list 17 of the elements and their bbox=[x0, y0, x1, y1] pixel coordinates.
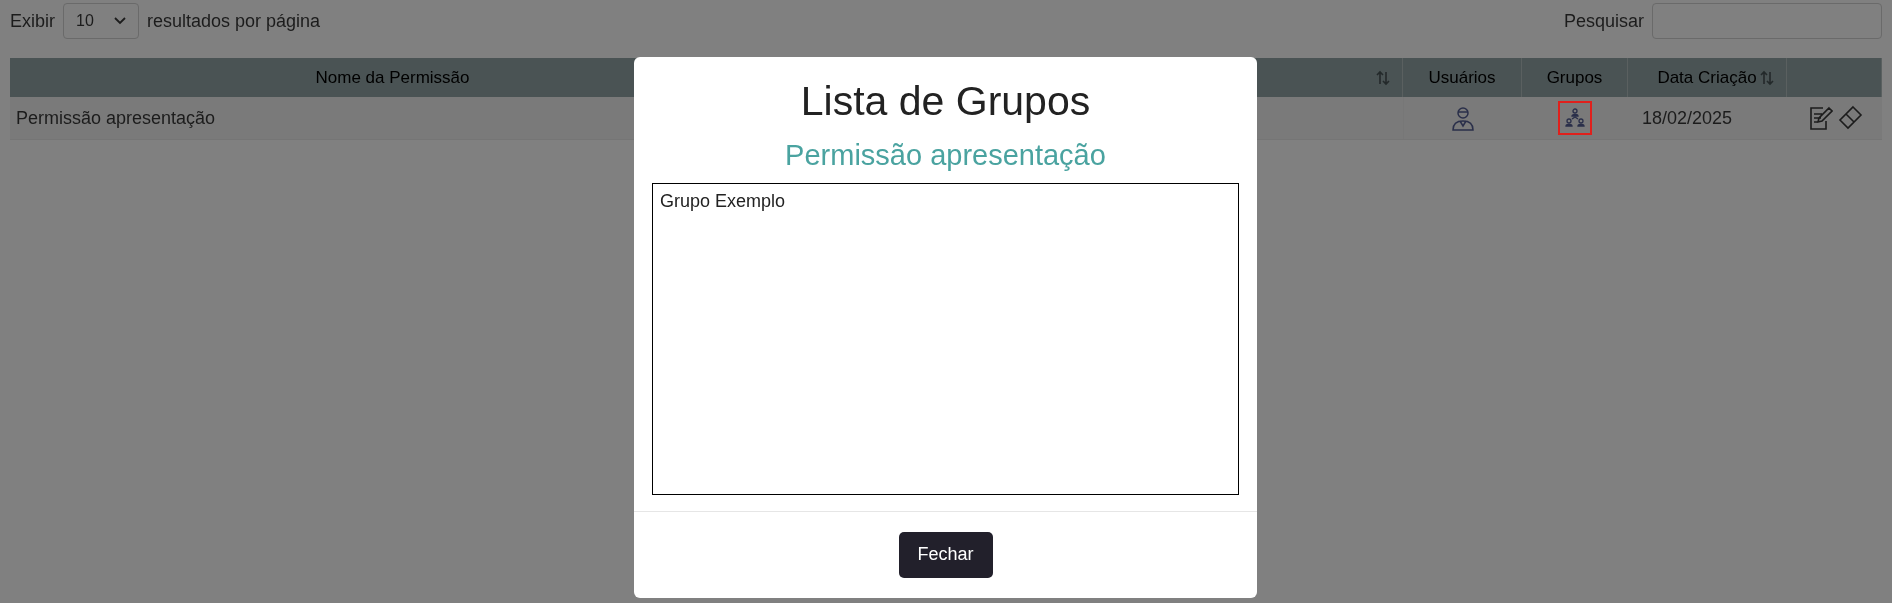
show-label: Exibir bbox=[10, 9, 55, 33]
page-size-select[interactable]: 10 bbox=[63, 3, 139, 39]
modal-title: Lista de Grupos bbox=[800, 77, 1091, 126]
group-icon bbox=[1564, 107, 1586, 129]
chevron-down-icon bbox=[114, 17, 126, 25]
groups-button[interactable] bbox=[1558, 101, 1592, 135]
modal-subtitle: Permissão apresentação bbox=[785, 138, 1106, 173]
results-per-page-label: resultados por página bbox=[147, 9, 321, 33]
close-button[interactable]: Fechar bbox=[898, 532, 993, 578]
user-icon[interactable] bbox=[1450, 105, 1476, 131]
sort-icon[interactable] bbox=[1376, 69, 1390, 86]
sort-icon[interactable] bbox=[1760, 69, 1774, 86]
eraser-icon[interactable] bbox=[1836, 105, 1863, 131]
search-label: Pesquisar bbox=[1563, 9, 1644, 33]
table-cell-text: 18/02/2025 bbox=[1641, 106, 1734, 130]
group-item[interactable]: Grupo Exemplo bbox=[660, 188, 1231, 215]
table-cell-text: Permissão apresentação bbox=[15, 106, 217, 130]
